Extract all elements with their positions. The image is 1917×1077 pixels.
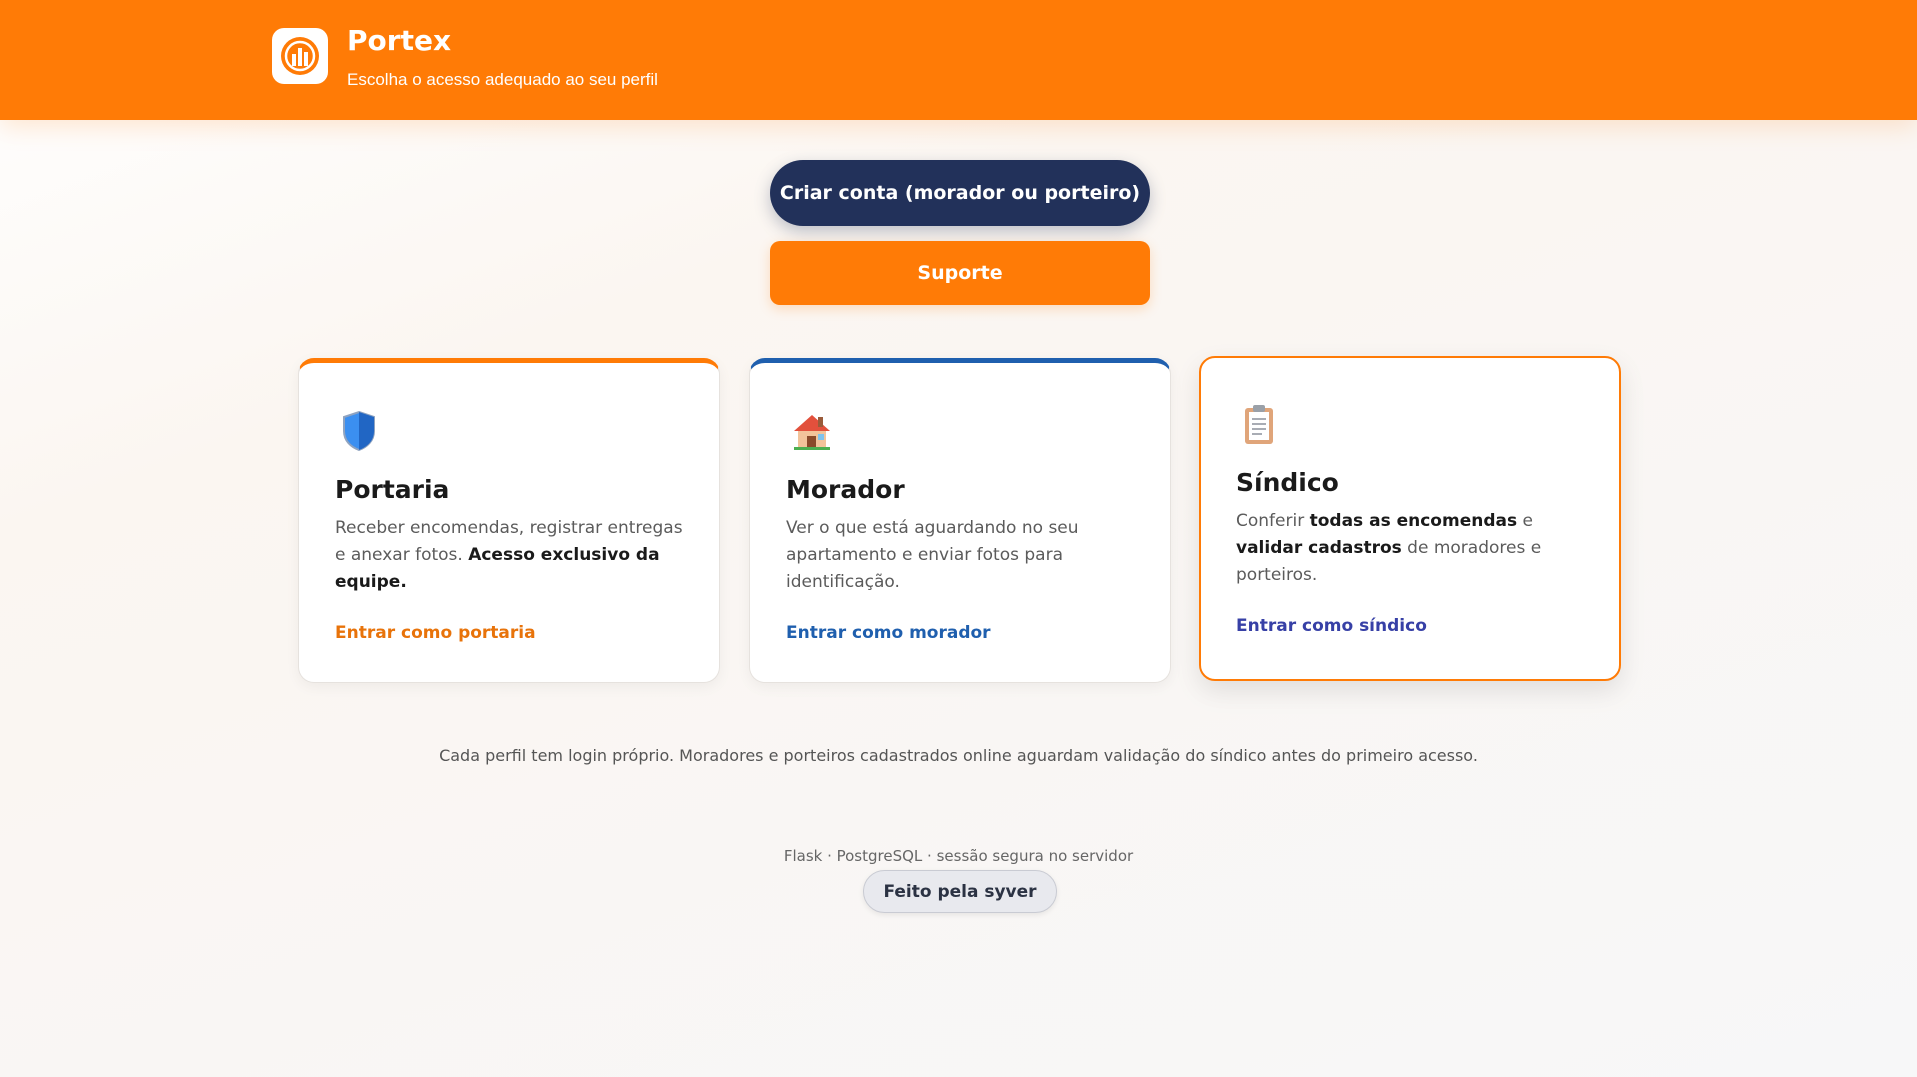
house-icon (790, 409, 834, 453)
enter-portaria-link[interactable]: Entrar como portaria (335, 623, 536, 643)
info-note: Cada perfil tem login próprio. Moradores… (439, 746, 1478, 765)
card-morador: Morador Ver o que está aguardando no seu… (749, 358, 1171, 683)
app-title: Portex (347, 24, 452, 57)
card-title: Morador (786, 475, 905, 504)
clipboard-icon (1239, 402, 1283, 446)
card-description: Conferir todas as encomendas e validar c… (1236, 511, 1542, 585)
app-subtitle: Escolha o acesso adequado ao seu perfil (347, 70, 658, 89)
enter-morador-link[interactable]: Entrar como morador (786, 623, 991, 643)
support-button[interactable]: Suporte (770, 241, 1150, 305)
building-logo-icon (272, 28, 328, 84)
card-title: Síndico (1236, 468, 1339, 497)
card-description: Ver o que está aguardando no seu apartam… (786, 518, 1079, 592)
made-by-badge[interactable]: Feito pela syver (863, 870, 1057, 913)
card-portaria: Portaria Receber encomendas, registrar e… (298, 358, 720, 683)
card-title: Portaria (335, 475, 450, 504)
app-header: Portex Escolha o acesso adequado ao seu … (0, 0, 1917, 120)
shield-icon (339, 409, 383, 453)
tech-stack-text: Flask · PostgreSQL · sessão segura no se… (783, 847, 1134, 865)
card-description: Receber encomendas, registrar entregas e… (335, 518, 683, 592)
enter-sindico-link[interactable]: Entrar como síndico (1236, 616, 1427, 636)
card-sindico: Síndico Conferir todas as encomendas e v… (1199, 356, 1621, 681)
create-account-button[interactable]: Criar conta (morador ou porteiro) (770, 160, 1150, 226)
